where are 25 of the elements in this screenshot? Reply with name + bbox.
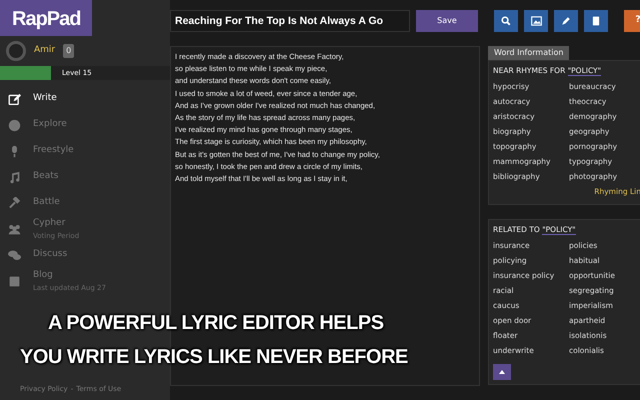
avatar — [6, 41, 26, 61]
toolbar-button[interactable] — [524, 10, 548, 32]
caret-up-icon — [499, 370, 505, 374]
gavel-icon — [8, 196, 21, 210]
user-name[interactable]: Amir — [34, 44, 56, 58]
toolbar-button[interactable] — [554, 10, 578, 32]
pencil-square-icon — [8, 92, 21, 106]
toolbar-button[interactable] — [494, 10, 518, 32]
nav-item[interactable]: Write — [0, 86, 170, 112]
panel-tab[interactable]: Word Information — [488, 46, 570, 60]
image-icon — [530, 16, 542, 26]
title-field[interactable]: Reaching For The Top Is Not Always A Go — [170, 10, 410, 32]
help-button[interactable]: ? — [624, 10, 640, 32]
caption-text: YOU WRITE LYRICS LIKE NEVER BEFORE — [20, 345, 408, 370]
search-icon — [501, 16, 511, 26]
speech-bubbles-icon — [8, 248, 21, 262]
save-button[interactable]: Save — [416, 10, 478, 32]
music-note-icon — [8, 170, 21, 184]
scroll-up-button[interactable] — [493, 364, 511, 380]
app-logo[interactable]: RapPad — [0, 0, 92, 36]
caption-text: A POWERFUL LYRIC EDITOR HELPS — [48, 311, 384, 336]
toolbar-button[interactable] — [584, 10, 608, 32]
pen-icon — [561, 16, 571, 26]
notification-count: 0 — [63, 44, 74, 58]
group-icon — [8, 222, 21, 236]
